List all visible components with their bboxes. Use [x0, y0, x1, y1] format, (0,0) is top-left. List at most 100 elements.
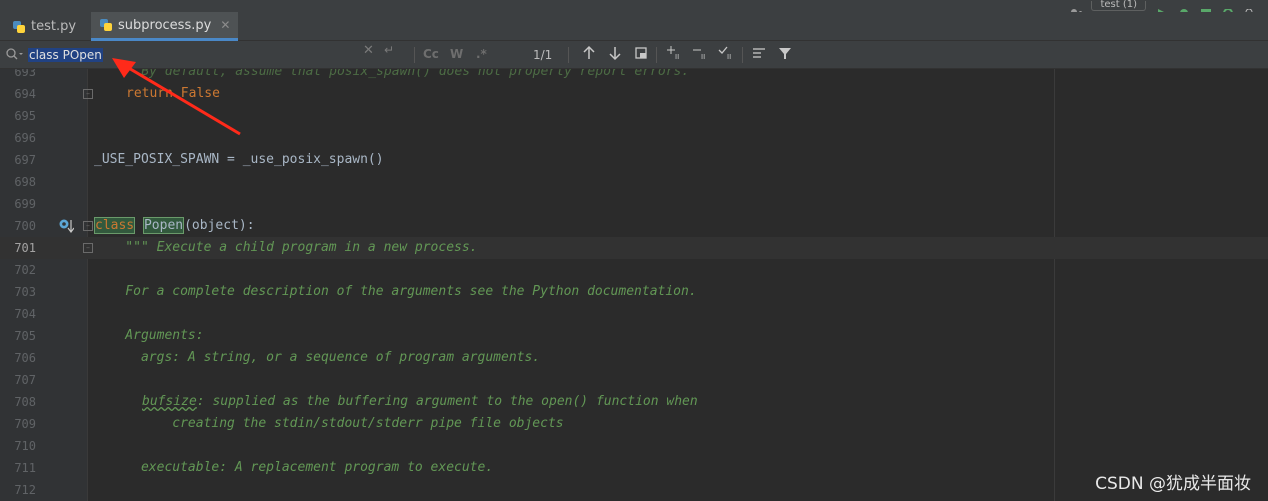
add-occurrence-icon[interactable]: II	[666, 45, 682, 65]
line-number: 709	[14, 417, 36, 431]
new-line-icon[interactable]: ↵	[384, 43, 394, 57]
line-number: 710	[14, 439, 36, 453]
line-number: 693	[14, 69, 36, 79]
line-number: 711	[14, 461, 36, 475]
find-bar: class POpen ✕ ↵ Cc W .* 1/1 II II II	[0, 41, 1268, 69]
line-number: 705	[14, 329, 36, 343]
code-line: 703 For a complete description of the ar…	[0, 281, 1268, 303]
line-number: 708	[14, 395, 36, 409]
code-line: 697 _USE_POSIX_SPAWN = _use_posix_spawn(…	[0, 149, 1268, 171]
line-number: 701	[14, 241, 36, 255]
tab-label: test.py	[31, 19, 77, 34]
watermark: CSDN @犹成半面妆	[1095, 474, 1251, 494]
line-number: 695	[14, 109, 36, 123]
line-number: 704	[14, 307, 36, 321]
class-bases: (object):	[184, 218, 255, 233]
debug-icon[interactable]	[1178, 2, 1190, 17]
code-text: args: A string, or a sequence of program…	[94, 350, 541, 365]
code-line: 711 executable: A replacement program to…	[0, 457, 1268, 479]
code-line: 707	[0, 369, 1268, 391]
code-line: 696	[0, 127, 1268, 149]
code-text: _USE_POSIX_SPAWN = _use_posix_spawn()	[94, 152, 384, 167]
code-line: 699	[0, 193, 1268, 215]
line-number: 706	[14, 351, 36, 365]
subclass-marker-icon[interactable]	[58, 218, 75, 237]
code-text: For a complete description of the argume…	[94, 284, 697, 299]
filter-search-results-icon[interactable]	[752, 45, 768, 65]
match-count: 1/1	[533, 48, 553, 62]
line-number: 696	[14, 131, 36, 145]
svg-text:II: II	[701, 53, 705, 61]
svg-text:II: II	[675, 53, 679, 61]
class-name: Popen	[142, 217, 185, 234]
tab-label: subprocess.py	[118, 17, 212, 33]
line-number: 702	[14, 263, 36, 277]
tab-subprocess-py[interactable]: subprocess.py ✕	[91, 12, 239, 41]
divider	[414, 47, 415, 63]
find-in-window-icon[interactable]	[634, 45, 648, 65]
coverage-icon[interactable]	[1200, 2, 1212, 17]
code-line: 693 By default, assume that posix_spawn(…	[0, 69, 1268, 83]
python-file-icon	[99, 18, 113, 32]
code-text: creating the stdin/stdout/stderr pipe fi…	[94, 416, 564, 431]
code-line: 704	[0, 303, 1268, 325]
search-input[interactable]: class POpen	[28, 48, 103, 62]
code-line: 694 – return False	[0, 83, 1268, 105]
divider	[656, 47, 657, 63]
code-text: return False	[126, 86, 220, 101]
code-editor[interactable]: 693 By default, assume that posix_spawn(…	[0, 69, 1268, 501]
profile-icon[interactable]	[1222, 2, 1234, 18]
search-icon[interactable]	[6, 47, 28, 63]
code-line: 700 – class Popen(object):	[0, 215, 1268, 237]
code-line: 698	[0, 171, 1268, 193]
remove-occurrence-icon[interactable]: II	[692, 45, 708, 65]
svg-text:II: II	[727, 53, 731, 61]
class-keyword: class	[94, 217, 136, 234]
code-line: 702	[0, 259, 1268, 281]
clear-search-icon[interactable]: ✕	[363, 43, 374, 58]
close-icon[interactable]: ✕	[220, 18, 230, 32]
select-all-occurrences-icon[interactable]: II	[718, 45, 734, 65]
words-toggle[interactable]: W	[450, 47, 463, 61]
filter-icon[interactable]	[778, 45, 792, 65]
run-widget: test (1)	[1069, 0, 1268, 18]
code-line: 712	[0, 479, 1268, 501]
python-file-icon	[12, 20, 26, 34]
fold-icon[interactable]: –	[83, 221, 93, 231]
code-line: 709 creating the stdin/stdout/stderr pip…	[0, 413, 1268, 435]
line-number: 697	[14, 153, 36, 167]
line-number: 707	[14, 373, 36, 387]
user-icon[interactable]	[1069, 2, 1083, 15]
spellcheck-word: bufsize	[142, 394, 197, 409]
run-config-select[interactable]: test (1)	[1091, 0, 1146, 11]
editor-tabs: test.py subprocess.py ✕	[0, 12, 1268, 41]
code-line: 710	[0, 435, 1268, 457]
match-case-toggle[interactable]: Cc	[423, 47, 439, 61]
code-text: : supplied as the buffering argument to …	[196, 394, 698, 409]
next-occurrence-icon[interactable]	[608, 45, 622, 65]
run-icon[interactable]	[1156, 2, 1168, 17]
previous-occurrence-icon[interactable]	[582, 45, 596, 65]
divider	[742, 47, 743, 63]
search-everywhere-icon[interactable]	[1244, 2, 1256, 18]
line-number: 703	[14, 285, 36, 299]
regex-toggle[interactable]: .*	[476, 47, 487, 61]
code-line: 706 args: A string, or a sequence of pro…	[0, 347, 1268, 369]
code-line: 701 – """ Execute a child program in a n…	[0, 237, 1268, 259]
code-line: 708 bufsize: supplied as the buffering a…	[0, 391, 1268, 413]
fold-icon[interactable]: –	[83, 243, 93, 253]
divider	[568, 47, 569, 63]
line-number: 699	[14, 197, 36, 211]
code-line: 695	[0, 105, 1268, 127]
line-number: 694	[14, 87, 36, 101]
code-line: 705 Arguments:	[0, 325, 1268, 347]
line-number: 712	[14, 483, 36, 497]
top-toolbar: test (1)	[0, 0, 1268, 18]
search-field[interactable]: class POpen	[6, 44, 414, 66]
fold-end-icon[interactable]: –	[83, 89, 93, 99]
code-text: """ Execute a child program in a new pro…	[94, 240, 478, 255]
tab-test-py[interactable]: test.py	[4, 12, 84, 41]
line-number: 698	[14, 175, 36, 189]
code-text: executable: A replacement program to exe…	[94, 460, 494, 475]
line-number: 700	[14, 219, 36, 233]
